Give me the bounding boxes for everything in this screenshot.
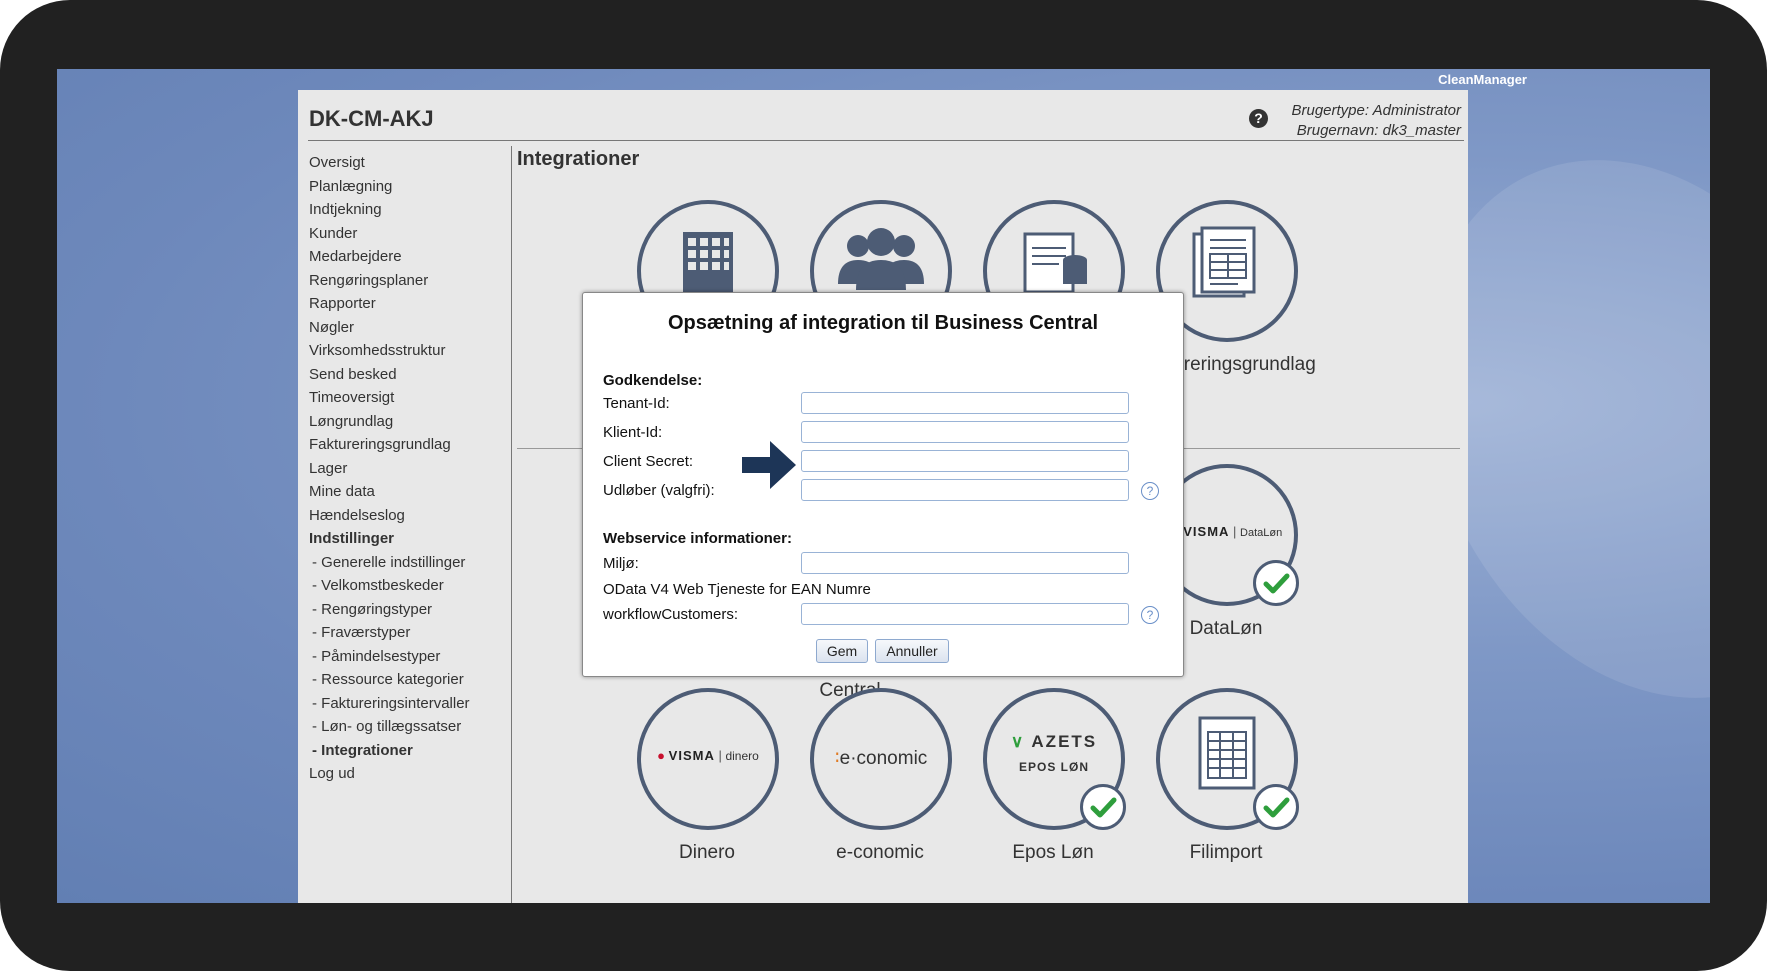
expires-input[interactable] — [801, 479, 1129, 501]
workflow-customers-input[interactable] — [801, 603, 1129, 625]
webservice-heading: Webservice informationer: — [603, 530, 792, 547]
client-id-label: Klient-Id: — [603, 424, 663, 441]
check-icon — [1080, 784, 1126, 830]
workflow-customers-label: workflowCustomers: — [603, 606, 739, 623]
page-title: Integrationer — [517, 148, 640, 170]
sidebar-item-log-ud[interactable]: Log ud — [309, 762, 470, 786]
environment-input[interactable] — [801, 552, 1129, 574]
client-secret-label: Client Secret: — [603, 453, 694, 470]
help-icon[interactable]: ? — [1141, 606, 1159, 624]
sidebar-item-integrationer[interactable]: - Integrationer — [309, 739, 470, 763]
tile-label: Dinero — [679, 842, 735, 863]
odata-ean-label: OData V4 Web Tjeneste for EAN Numre — [603, 581, 871, 598]
help-icon[interactable]: ? — [1141, 482, 1159, 500]
arrow-right-icon — [742, 441, 796, 489]
save-button[interactable]: Gem — [816, 639, 868, 663]
sidebar-item-virksomhedsstruktur[interactable]: Virksomhedsstruktur — [309, 339, 470, 363]
sidebar-item-send-besked[interactable]: Send besked — [309, 363, 470, 387]
tile-circle: ● VISMA | dinero — [637, 688, 779, 830]
tile-label: Filimport — [1189, 842, 1263, 863]
sidebar-item-lager[interactable]: Lager — [309, 457, 470, 481]
sidebar-item-kunder[interactable]: Kunder — [309, 222, 470, 246]
check-icon — [1253, 560, 1299, 606]
sidebar-nav: Oversigt Planlægning Indtjekning Kunder … — [309, 151, 470, 786]
help-icon[interactable]: ? — [1249, 109, 1268, 128]
brand-label: CleanManager — [1438, 72, 1527, 87]
expires-label: Udløber (valgfri): — [603, 482, 715, 499]
check-icon — [1253, 784, 1299, 830]
sidebar-item-haendelseslog[interactable]: Hændelseslog — [309, 504, 470, 528]
sidebar-item-timeoversigt[interactable]: Timeoversigt — [309, 386, 470, 410]
epos-lon-logo: EPOS LØN — [1018, 760, 1089, 774]
tile-label: e-conomic — [836, 842, 924, 863]
tile-circle: ∶e·conomic — [810, 688, 952, 830]
user-type: Brugertype: Administrator — [1291, 102, 1461, 119]
tile-label: Epos Løn — [1012, 842, 1094, 863]
sidebar-item-rapporter[interactable]: Rapporter — [309, 292, 470, 316]
site-title: DK-CM-AKJ — [309, 106, 434, 131]
sidebar-item-ressource-kategorier[interactable]: - Ressource kategorier — [309, 668, 470, 692]
client-secret-input[interactable] — [801, 450, 1129, 472]
azets-logo: ∨ AZETS — [1010, 732, 1098, 751]
sidebar-item-pamindelsestyper[interactable]: - Påmindelsestyper — [309, 645, 470, 669]
sidebar-item-planlaegning[interactable]: Planlægning — [309, 175, 470, 199]
sidebar-item-generelle-indstillinger[interactable]: - Generelle indstillinger — [309, 551, 470, 575]
sidebar-item-oversigt[interactable]: Oversigt — [309, 151, 470, 175]
user-name: Brugernavn: dk3_master — [1296, 122, 1461, 139]
tenant-id-label: Tenant-Id: — [603, 395, 670, 412]
client-id-input[interactable] — [801, 421, 1129, 443]
sidebar-item-longrundlag[interactable]: Løngrundlag — [309, 410, 470, 434]
header-divider — [308, 140, 1464, 141]
sidebar-item-fravaerstyper[interactable]: - Fraværstyper — [309, 621, 470, 645]
sidebar-item-nogler[interactable]: Nøgler — [309, 316, 470, 340]
environment-label: Miljø: — [603, 555, 639, 572]
device-frame: CleanManager DK-CM-AKJ ? Brugertype: Adm… — [0, 0, 1767, 971]
cancel-button[interactable]: Annuller — [875, 639, 949, 663]
sidebar-divider — [511, 146, 512, 903]
user-info: Brugertype: Administrator Brugernavn: dk… — [1291, 101, 1461, 141]
desktop-background: CleanManager DK-CM-AKJ ? Brugertype: Adm… — [57, 69, 1710, 903]
dialog-title: Opsætning af integration til Business Ce… — [667, 312, 1099, 334]
tenant-id-input[interactable] — [801, 392, 1129, 414]
auth-heading: Godkendelse: — [603, 372, 703, 389]
sidebar-item-indstillinger[interactable]: Indstillinger — [309, 527, 470, 551]
sidebar-item-medarbejdere[interactable]: Medarbejdere — [309, 245, 470, 269]
sidebar-item-rengoringsplaner[interactable]: Rengøringsplaner — [309, 269, 470, 293]
economic-logo: ∶e·conomic — [834, 748, 928, 769]
sidebar-item-faktureringsintervaller[interactable]: - Faktureringsintervaller — [309, 692, 470, 716]
sidebar-item-rengoringstyper[interactable]: - Rengøringstyper — [309, 598, 470, 622]
sidebar-item-mine-data[interactable]: Mine data — [309, 480, 470, 504]
integration-setup-dialog: Opsætning af integration til Business Ce… — [582, 292, 1184, 677]
sidebar-item-velkomstbeskeder[interactable]: - Velkomstbeskeder — [309, 574, 470, 598]
dinero-logo: ● VISMA | dinero — [657, 748, 759, 763]
sidebar-item-faktureringsgrundlag[interactable]: Faktureringsgrundlag — [309, 433, 470, 457]
sidebar-item-lon-og-tillaegssatser[interactable]: - Løn- og tillægssatser — [309, 715, 470, 739]
sidebar-item-indtjekning[interactable]: Indtjekning — [309, 198, 470, 222]
